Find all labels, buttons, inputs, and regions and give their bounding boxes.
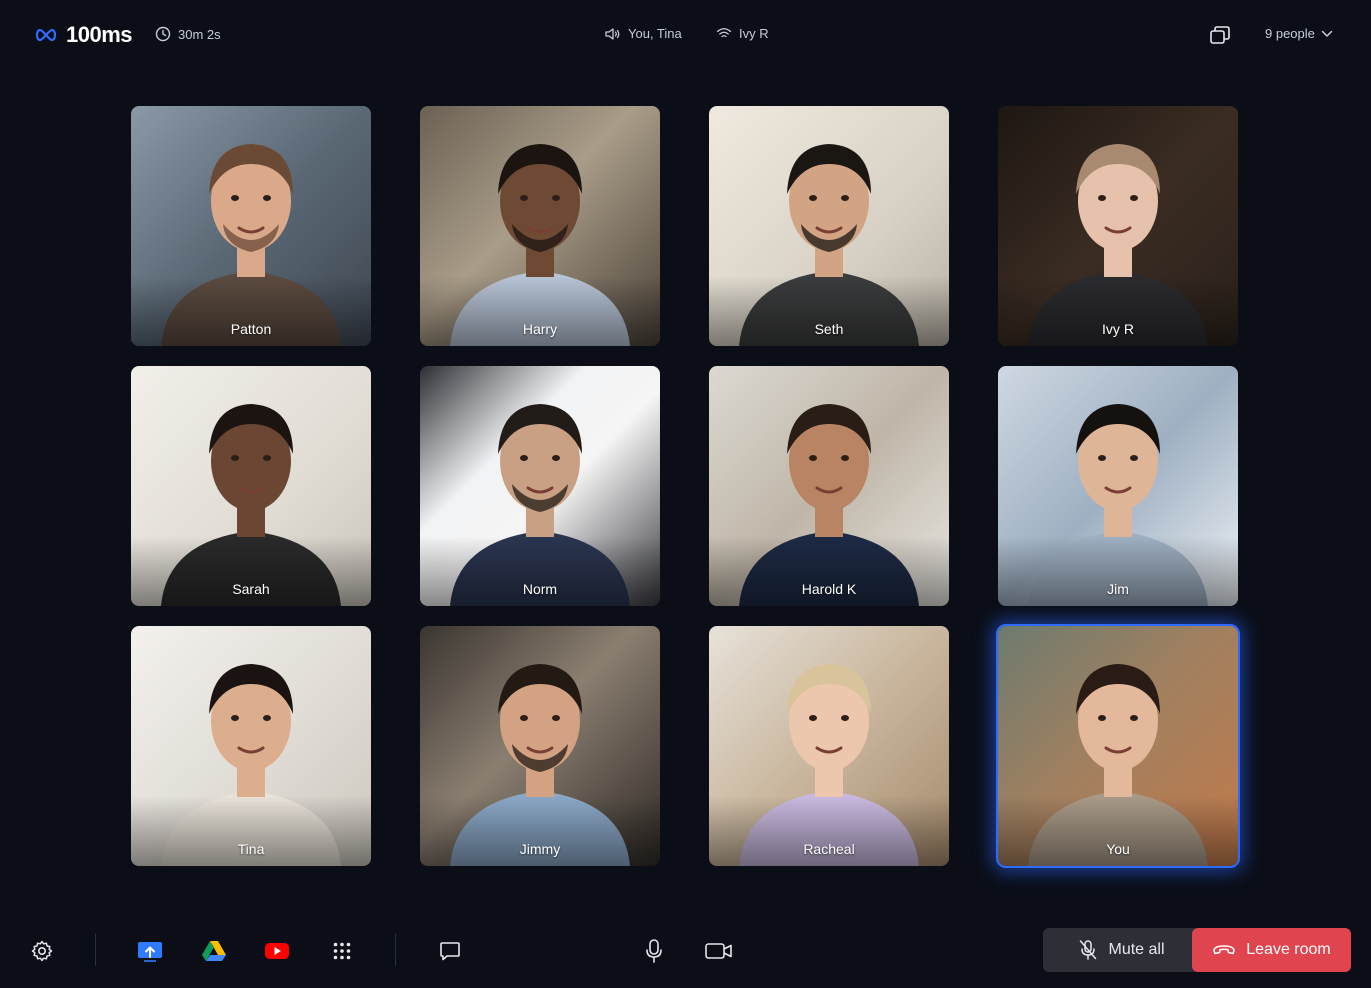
hang-up-icon — [1213, 945, 1236, 955]
participant-tile[interactable]: Sarah — [131, 366, 371, 606]
participant-tile[interactable]: Harry — [420, 106, 660, 346]
layout-toggle-button[interactable] — [1207, 23, 1233, 47]
chat-icon — [440, 942, 460, 961]
chevron-down-icon — [1321, 30, 1333, 37]
leave-room-button[interactable]: Leave room — [1192, 928, 1351, 972]
participant-tile[interactable]: Seth — [709, 106, 949, 346]
video-call-app: 100ms 30m 2s You, Tina Ivy R 9 people Pa… — [0, 0, 1371, 988]
logo-text: 100ms — [66, 22, 133, 47]
participant-name: Racheal — [803, 841, 855, 857]
participant-name: Jim — [1107, 581, 1129, 597]
participant-name: Harry — [522, 321, 558, 337]
leave-room-label: Leave room — [1246, 941, 1331, 958]
control-bar: Mute all Leave room — [0, 915, 1371, 988]
google-drive-button[interactable] — [200, 937, 228, 965]
people-dropdown[interactable]: 9 people — [1265, 26, 1333, 41]
participant-tile[interactable]: Racheal — [709, 626, 949, 866]
video-camera-icon — [705, 943, 732, 959]
youtube-button[interactable] — [263, 937, 291, 965]
network-text: Ivy R — [739, 26, 769, 41]
participant-tile[interactable]: Jimmy — [420, 626, 660, 866]
screen-share-icon — [138, 942, 162, 962]
speaking-text: You, Tina — [628, 26, 682, 41]
participant-tile[interactable]: Harold K — [709, 366, 949, 606]
mic-off-icon — [1080, 940, 1097, 960]
microphone-button[interactable] — [640, 937, 668, 965]
chat-button[interactable] — [436, 937, 464, 965]
participant-name: Sarah — [232, 581, 270, 597]
wifi-icon — [716, 28, 732, 38]
participant-tile[interactable]: You — [996, 624, 1240, 868]
participant-name: Tina — [237, 841, 265, 857]
youtube-icon — [265, 943, 289, 959]
grid-dots-icon — [333, 942, 351, 960]
participant-name: Ivy R — [1102, 321, 1134, 337]
microphone-icon — [646, 939, 662, 963]
video-grid: Patton Harry Seth Ivy R Sarah Norm Harold K Jim… — [131, 106, 1240, 868]
network-status: Ivy R — [716, 26, 769, 41]
participant-name: Harold K — [801, 581, 857, 597]
more-apps-button[interactable] — [328, 937, 356, 965]
camera-button[interactable] — [703, 937, 735, 965]
people-count: 9 people — [1265, 26, 1315, 41]
divider — [95, 934, 96, 966]
speaker-icon — [605, 27, 620, 40]
participant-tile[interactable]: Patton — [131, 106, 371, 346]
mute-all-label: Mute all — [1108, 941, 1165, 958]
participant-name: Patton — [230, 321, 272, 337]
google-drive-icon — [202, 941, 226, 961]
screen-share-button[interactable] — [136, 937, 164, 965]
timer-text: 30m 2s — [178, 26, 221, 42]
participant-tile[interactable]: Tina — [131, 626, 371, 866]
header: 100ms 30m 2s You, Tina Ivy R 9 people — [0, 0, 1371, 70]
infinity-logo-icon — [35, 28, 57, 42]
clock-icon — [155, 26, 171, 42]
gear-icon — [31, 940, 53, 962]
active-speakers: You, Tina — [604, 26, 682, 41]
settings-button[interactable] — [28, 937, 56, 965]
participant-tile[interactable]: Jim — [998, 366, 1238, 606]
layout-icon — [1210, 26, 1230, 44]
call-timer: 30m 2s — [155, 26, 221, 42]
mute-all-button[interactable]: Mute all — [1043, 928, 1200, 972]
participant-tile[interactable]: Norm — [420, 366, 660, 606]
participant-name: You — [1106, 841, 1130, 857]
participant-name: Jimmy — [519, 841, 561, 857]
participant-tile[interactable]: Ivy R — [998, 106, 1238, 346]
divider — [395, 934, 396, 966]
participant-name: Seth — [814, 321, 844, 337]
logo: 100ms — [34, 22, 133, 48]
participant-name: Norm — [522, 581, 558, 597]
